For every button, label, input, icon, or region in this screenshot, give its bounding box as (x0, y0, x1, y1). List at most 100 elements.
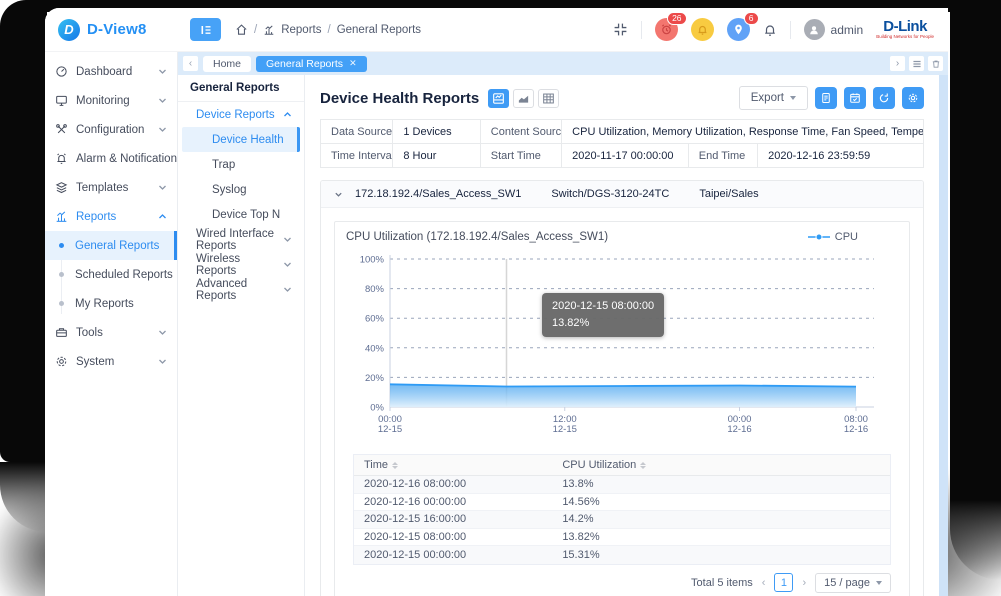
sidebar-item-label: Reports (76, 211, 116, 223)
svg-text:12-15: 12-15 (553, 424, 577, 435)
event-notification-icon[interactable] (691, 18, 714, 41)
close-all-tabs-button[interactable] (928, 56, 943, 71)
alarm-notification-icon[interactable]: 26 (655, 18, 678, 41)
sort-icon[interactable] (640, 462, 646, 469)
cell-cpu: 13.8% (552, 478, 890, 490)
table-row[interactable]: 2020-12-15 16:00:0014.2% (354, 511, 890, 529)
view-toggle-group (488, 89, 559, 108)
sidebar-subitem-label: My Reports (75, 298, 134, 310)
prev-page-button[interactable]: ‹ (762, 577, 766, 589)
table-row[interactable]: 2020-12-16 00:00:0014.56% (354, 494, 890, 512)
tree-item-wireless-reports[interactable]: Wireless Reports (182, 252, 300, 277)
divider (641, 21, 642, 39)
tree-item-syslog[interactable]: Syslog (182, 177, 300, 202)
sidebar-item-monitoring[interactable]: Monitoring (45, 86, 177, 115)
home-icon[interactable] (235, 23, 248, 36)
tree-item-device-health[interactable]: Device Health (182, 127, 300, 152)
combined-view-button[interactable] (488, 89, 509, 108)
sidebar-item-reports[interactable]: Reports (45, 202, 177, 231)
breadcrumb-reports[interactable]: Reports (281, 24, 321, 36)
sort-icon[interactable] (392, 462, 398, 469)
sidebar-item-label: Configuration (76, 124, 144, 136)
table-row[interactable]: 2020-12-16 08:00:0013.8% (354, 476, 890, 494)
chevron-down-icon (158, 68, 167, 75)
sidebar-item-templates[interactable]: Templates (45, 173, 177, 202)
vertical-scrollbar[interactable] (939, 75, 948, 596)
chevron-down-icon (283, 236, 292, 243)
sidebar-item-my-reports[interactable]: My Reports (45, 289, 177, 318)
export-button[interactable]: Export (739, 86, 808, 110)
refresh-button[interactable] (873, 87, 895, 109)
table-row[interactable]: 2020-12-15 08:00:0013.82% (354, 529, 890, 547)
schedule-button[interactable] (844, 87, 866, 109)
navbar-right: 26 6 admin D-Link Building Networks f (613, 18, 948, 41)
tab-general-reports[interactable]: General Reports✕ (256, 56, 367, 72)
column-header-time[interactable]: Time (354, 459, 552, 471)
sidebar-submenu: General ReportsScheduled Reports My Repor… (45, 231, 177, 318)
cell-time: 2020-12-16 00:00:00 (354, 496, 552, 508)
tree-item-device-top-n[interactable]: Device Top N (182, 202, 300, 227)
tree-item-wired-interface-reports[interactable]: Wired Interface Reports (182, 227, 300, 252)
breadcrumb-general-reports[interactable]: General Reports (337, 24, 421, 36)
device-section-header[interactable]: 172.18.192.4/Sales_Access_SW1 Switch/DGS… (321, 181, 923, 208)
column-header-cpu[interactable]: CPU Utilization (552, 459, 890, 471)
avatar (804, 19, 825, 40)
next-page-button[interactable]: › (802, 577, 806, 589)
bullet-icon (59, 272, 64, 277)
chevron-up-icon (158, 213, 167, 220)
bell-icon[interactable] (763, 23, 777, 37)
location-notification-icon[interactable]: 6 (727, 18, 750, 41)
configuration-icon (55, 123, 68, 136)
sidebar-item-system[interactable]: System (45, 347, 177, 376)
page-size-select[interactable]: 15 / page (815, 573, 891, 593)
tab-home[interactable]: Home (203, 56, 251, 72)
device-name: 172.18.192.4/Sales_Access_SW1 (355, 188, 521, 200)
reports-crumb-icon (263, 24, 275, 36)
sidebar-item-label: Tools (76, 327, 103, 339)
device-model: Switch/DGS-3120-24TC (551, 188, 669, 200)
sidebar-item-dashboard[interactable]: Dashboard (45, 57, 177, 86)
sidebar-item-general-reports[interactable]: General Reports (45, 231, 177, 260)
sidebar-item-label: Monitoring (76, 95, 130, 107)
sidebar-item-scheduled-reports[interactable]: Scheduled Reports (45, 260, 177, 289)
calendar-icon (849, 92, 861, 104)
sidebar-collapse-button[interactable] (190, 18, 221, 41)
tab-list-button[interactable] (909, 56, 924, 71)
cpu-chart[interactable]: 0%20%40%60%80%100%00:0012-1512:0012-1500… (346, 247, 898, 452)
tooltip-value: 13.82% (552, 315, 654, 332)
content-source-label: Content Source (480, 120, 561, 144)
start-time-value: 2020-11-17 00:00:00 (562, 144, 689, 168)
settings-button[interactable] (902, 87, 924, 109)
dlink-logo: D-Link Building Networks for People (876, 19, 934, 40)
tree-item-label: Syslog (212, 184, 247, 196)
tools-icon (55, 326, 68, 339)
chevron-down-icon (158, 358, 167, 365)
tab-scroll-left-button[interactable]: ‹ (183, 56, 198, 71)
close-icon[interactable]: ✕ (349, 58, 357, 69)
time-interval-value: 8 Hour (393, 144, 480, 168)
chart-view-button[interactable] (513, 89, 534, 108)
page-number-button[interactable]: 1 (774, 573, 793, 592)
chevron-down-icon (158, 97, 167, 104)
table-view-button[interactable] (538, 89, 559, 108)
breadcrumb-separator: / (254, 24, 257, 36)
tree-item-advanced-reports[interactable]: Advanced Reports (182, 277, 300, 302)
tab-scroll-right-button[interactable]: › (890, 56, 905, 71)
sidebar-item-alarm-notification[interactable]: Alarm & Notification (45, 144, 177, 173)
breadcrumb-separator: / (327, 24, 330, 36)
fullscreen-icon[interactable] (613, 22, 628, 37)
system-icon (55, 355, 68, 368)
tree-item-device-reports[interactable]: Device Reports (182, 102, 300, 127)
cell-time: 2020-12-15 08:00:00 (354, 531, 552, 543)
user-menu[interactable]: admin (804, 19, 864, 40)
sidebar-item-configuration[interactable]: Configuration (45, 115, 177, 144)
tree-item-trap[interactable]: Trap (182, 152, 300, 177)
sidebar-item-tools[interactable]: Tools (45, 318, 177, 347)
cell-time: 2020-12-15 00:00:00 (354, 549, 552, 561)
tooltip-time: 2020-12-15 08:00:00 (552, 298, 654, 315)
legend-cpu[interactable]: CPU (808, 231, 858, 243)
app-logo: D D-View8 (45, 19, 178, 41)
report-file-button[interactable] (815, 87, 837, 109)
legend-marker-icon (808, 233, 830, 241)
table-row[interactable]: 2020-12-15 00:00:0015.31% (354, 546, 890, 564)
